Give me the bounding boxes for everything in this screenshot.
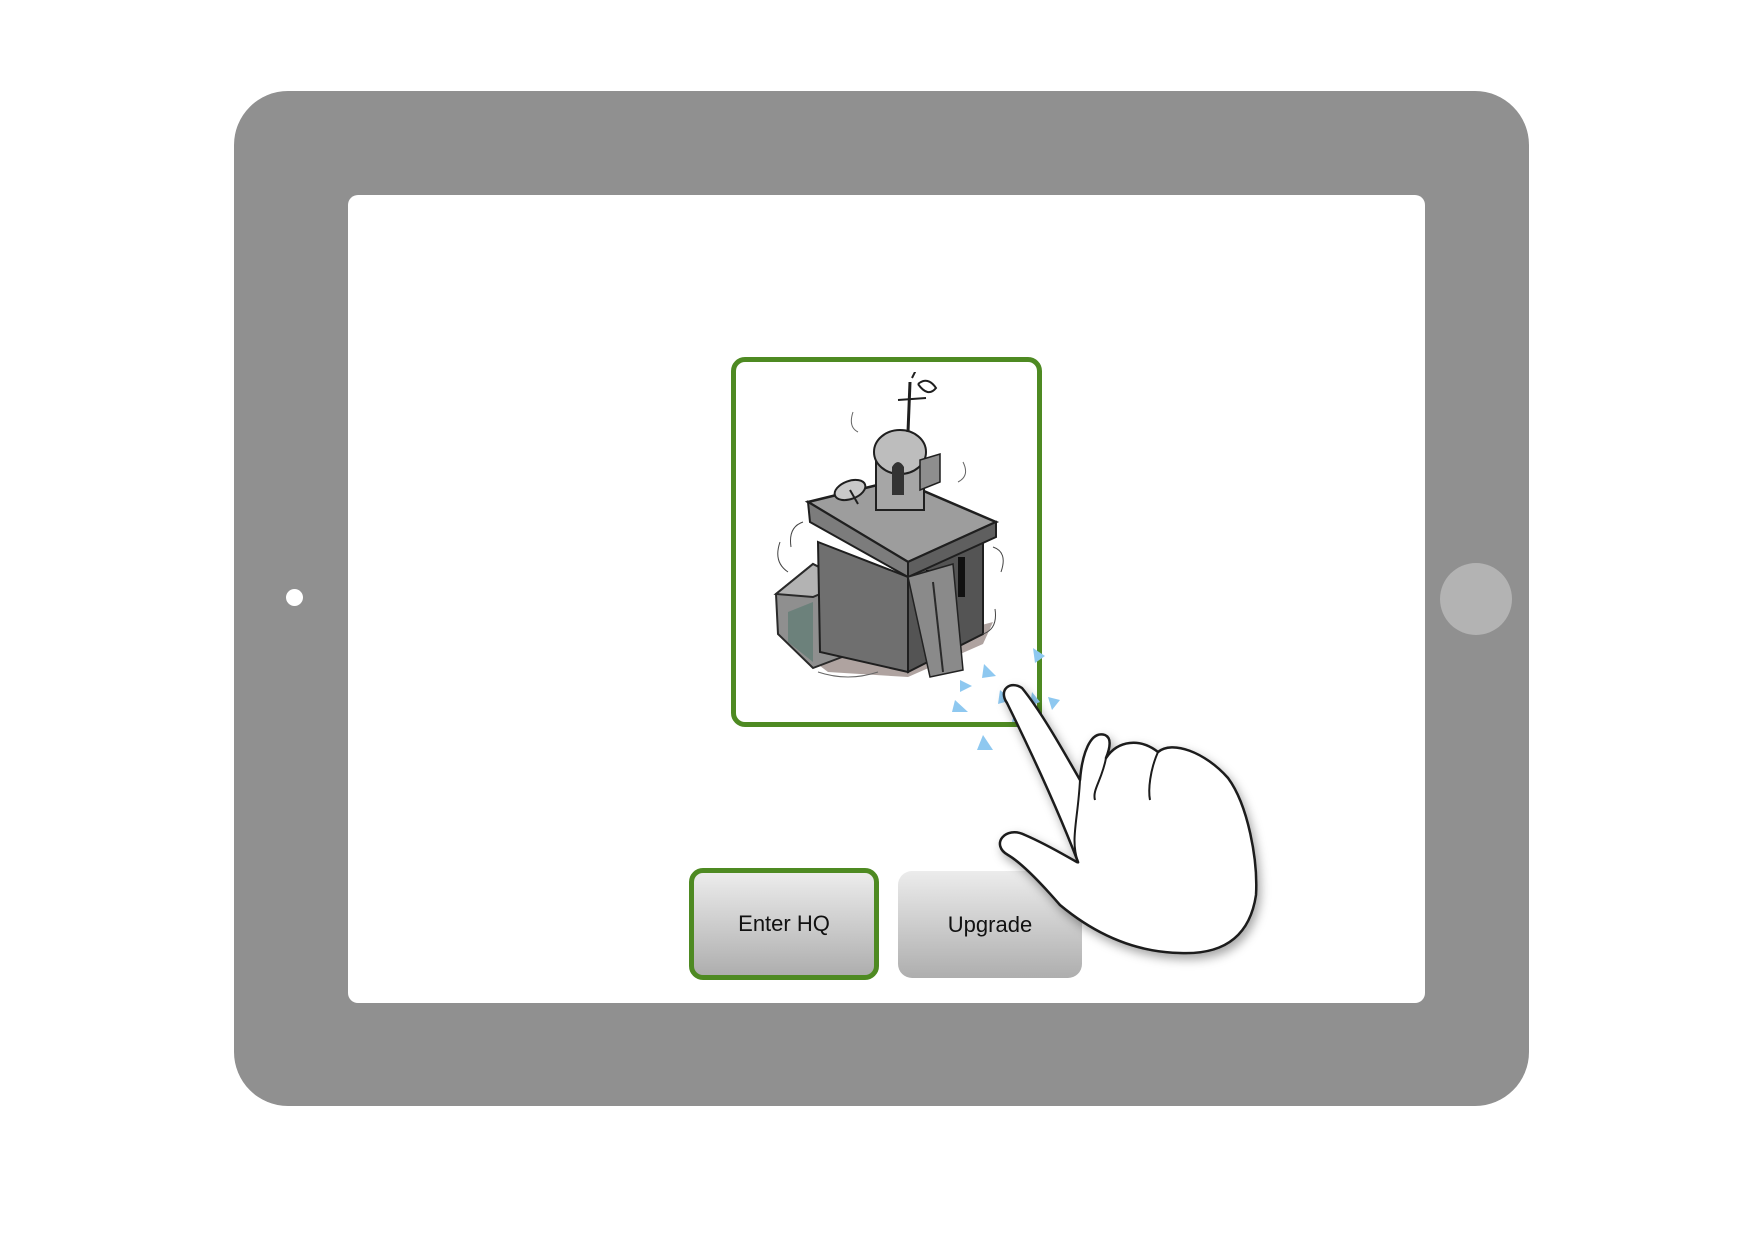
tablet-screen: Enter HQ Upgrade (348, 195, 1425, 1003)
upgrade-label: Upgrade (947, 911, 1033, 937)
enter-hq-label: Enter HQ (738, 911, 830, 936)
hq-building-icon (773, 372, 1004, 678)
enter-hq-button[interactable]: Enter HQ (689, 868, 879, 980)
home-button[interactable] (1440, 563, 1512, 635)
camera-icon (286, 589, 303, 606)
upgrade-button[interactable]: Upgrade (898, 871, 1082, 978)
mockup-stage: Enter HQ Upgrade (0, 0, 1754, 1240)
hq-building-card[interactable] (731, 357, 1042, 727)
